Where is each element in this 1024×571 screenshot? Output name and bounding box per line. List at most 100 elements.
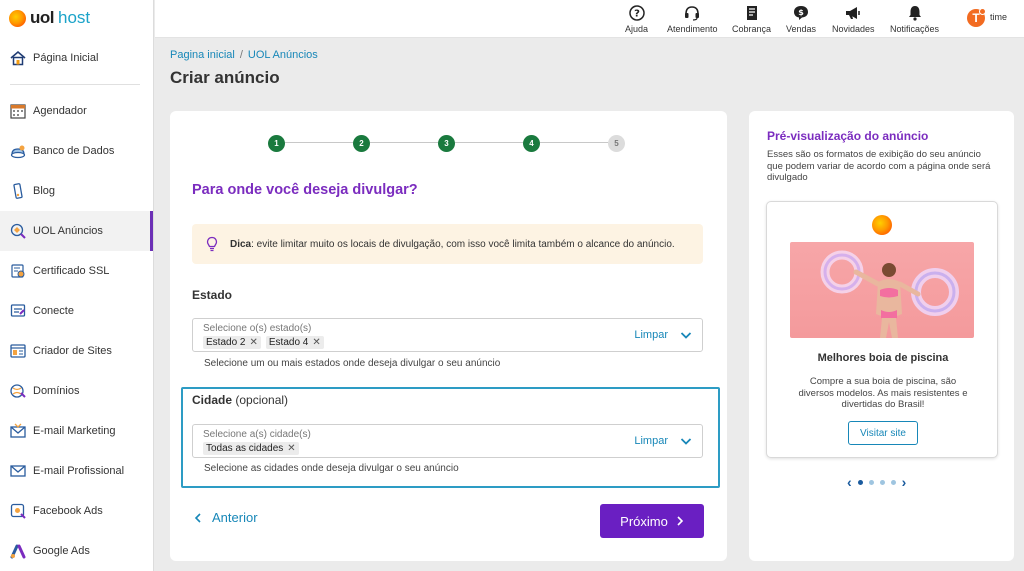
step-2: 2 (353, 135, 370, 152)
visit-site-button[interactable]: Visitar site (848, 421, 918, 445)
google-ads-icon (9, 542, 27, 560)
topbar-label: Novidades (832, 24, 875, 34)
domain-icon (9, 382, 27, 400)
state-clear-button[interactable]: Limpar (634, 329, 668, 341)
sidebar-item-label: Certificado SSL (33, 265, 110, 277)
certificate-icon (9, 262, 27, 280)
chip-remove-icon[interactable]: ✕ (312, 337, 320, 348)
next-button-label: Próximo (620, 513, 668, 529)
tip-bold: Dica (230, 238, 252, 250)
sidebar-item-agendador[interactable]: Agendador (0, 91, 153, 131)
uol-logo-icon (9, 9, 26, 27)
uol-logo-icon (872, 215, 892, 235)
breadcrumb: Pagina inicial / UOL Anúncios (170, 49, 318, 61)
carousel-dot-3[interactable] (879, 479, 885, 485)
carousel-prev-icon[interactable]: ‹ (847, 475, 852, 489)
ad-name: Melhores boia de piscina (817, 352, 949, 364)
stepper: 1 2 3 4 5 (268, 135, 625, 152)
city-clear-button[interactable]: Limpar (634, 435, 668, 447)
sidebar-item-uol-anuncios[interactable]: UOL Anúncios (0, 211, 153, 251)
sidebar-item-conecte[interactable]: Conecte (0, 291, 153, 331)
sidebar-item-banco-de-dados[interactable]: Banco de Dados (0, 131, 153, 171)
city-helper-text: Selecione as cidades onde deseja divulga… (204, 463, 459, 474)
carousel-dot-4[interactable] (890, 479, 896, 485)
chip-label: Estado 4 (268, 337, 309, 348)
sidebar-item-home[interactable]: Página Inicial (0, 38, 153, 78)
step-1: 1 (268, 135, 285, 152)
sidebar-item-label: UOL Anúncios (33, 225, 103, 237)
ad-preview: Melhores boia de piscina Compre a sua bo… (766, 201, 998, 458)
uol-host-logo[interactable]: uol host (9, 8, 90, 28)
stepper-connector (370, 142, 438, 143)
state-chip: Estado 2 ✕ (203, 336, 261, 349)
sidebar-item-label: Criador de Sites (33, 345, 112, 357)
blog-icon (9, 182, 27, 200)
carousel-dot-2[interactable] (868, 479, 874, 485)
sidebar-item-facebook-ads[interactable]: Facebook Ads (0, 491, 153, 531)
topbar-help[interactable]: ? Ajuda (625, 4, 648, 34)
city-chip: Todas as cidades ✕ (203, 442, 299, 455)
sidebar-item-dominios[interactable]: Domínios (0, 371, 153, 411)
chevron-down-icon[interactable] (680, 330, 692, 340)
topbar-cobranca[interactable]: Cobrança (732, 4, 771, 34)
home-icon (9, 49, 27, 67)
sidebar-item-blog[interactable]: Blog (0, 171, 153, 211)
back-button[interactable]: Anterior (194, 510, 258, 525)
user-name[interactable]: time (990, 12, 1007, 22)
next-button[interactable]: Próximo (600, 504, 704, 538)
chevron-right-icon (676, 516, 684, 526)
sidebar-item-email-marketing[interactable]: E-mail Marketing (0, 411, 153, 451)
sidebar-item-label: Blog (33, 185, 56, 197)
sidebar-item-label: E-mail Marketing (33, 425, 116, 437)
sidebar-item-certificado-ssl[interactable]: Certificado SSL (0, 251, 153, 291)
carousel-dot-1[interactable] (857, 479, 863, 485)
ad-description: Compre a sua boia de piscina, são divers… (798, 376, 968, 410)
city-select[interactable]: Selecione a(s) cidade(s) Todas as cidade… (192, 424, 703, 458)
lightbulb-icon (204, 236, 220, 252)
sidebar-item-label: Banco de Dados (33, 145, 115, 157)
back-button-label: Anterior (212, 510, 258, 525)
sidebar-item-google-ads[interactable]: Google Ads (0, 531, 153, 571)
page-title: Criar anúncio (170, 68, 280, 87)
state-helper-text: Selecione um ou mais estados onde deseja… (204, 358, 501, 369)
svg-text:?: ? (634, 9, 640, 20)
chip-label: Todas as cidades (206, 443, 284, 454)
topbar-notificacoes[interactable]: Notificações (890, 4, 939, 34)
sidebar-item-label: Conecte (33, 305, 74, 317)
sidebar-item-email-profissional[interactable]: E-mail Profissional (0, 451, 153, 491)
sidebar: uol host Página Inicial Agendador Banco … (0, 0, 154, 571)
stepper-connector (540, 142, 608, 143)
breadcrumb-separator: / (239, 49, 243, 61)
ads-icon (9, 222, 27, 240)
sidebar-item-label: Agendador (33, 105, 87, 117)
question-title: Para onde você deseja divulgar? (192, 182, 418, 198)
chip-label: Estado 2 (206, 337, 246, 348)
chevron-down-icon[interactable] (680, 436, 692, 446)
chip-remove-icon[interactable]: ✕ (287, 443, 295, 454)
sidebar-item-label: Facebook Ads (33, 505, 103, 517)
stepper-connector (455, 142, 523, 143)
help-icon: ? (627, 4, 647, 22)
topbar-atendimento[interactable]: Atendimento (667, 4, 718, 34)
avatar[interactable]: T (967, 8, 986, 27)
billing-icon (742, 4, 762, 22)
breadcrumb-home-link[interactable]: Pagina inicial (170, 49, 235, 61)
stepper-connector (285, 142, 353, 143)
connect-icon (9, 302, 27, 320)
chip-remove-icon[interactable]: ✕ (249, 337, 257, 348)
sidebar-item-criador-de-sites[interactable]: Criador de Sites (0, 331, 153, 371)
carousel-next-icon[interactable]: › (902, 475, 907, 489)
step-4: 4 (523, 135, 540, 152)
tip-text: Dica: evite limitar muito os locais de d… (230, 239, 675, 250)
breadcrumb-current-link[interactable]: UOL Anúncios (248, 49, 318, 61)
topbar-novidades[interactable]: Novidades (832, 4, 875, 34)
sidebar-item-label: Domínios (33, 385, 80, 397)
ad-form-card: 1 2 3 4 5 Para onde você deseja divulgar… (170, 111, 727, 561)
site-builder-icon (9, 342, 27, 360)
step-3: 3 (438, 135, 455, 152)
state-placeholder: Selecione o(s) estado(s) (203, 323, 312, 334)
topbar-vendas[interactable]: $ Vendas (786, 4, 816, 34)
state-chip: Estado 4 ✕ (265, 336, 324, 349)
state-select[interactable]: Selecione o(s) estado(s) Estado 2 ✕ Estad… (192, 318, 703, 352)
chevron-left-icon (194, 512, 202, 523)
